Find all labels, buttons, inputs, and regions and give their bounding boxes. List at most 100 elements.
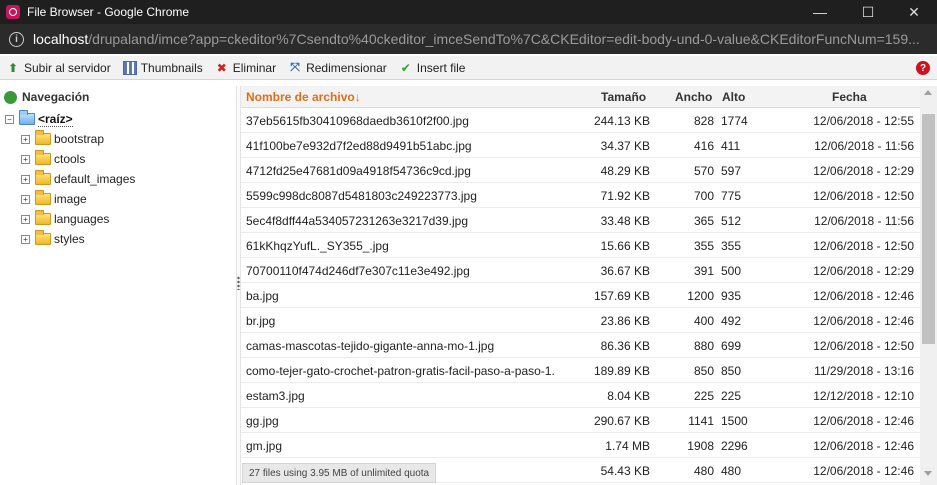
column-header-date[interactable]: Fecha	[832, 90, 867, 104]
url-host: localhost	[33, 31, 89, 47]
file-height: 2296	[721, 439, 748, 453]
expand-icon[interactable]: +	[21, 214, 30, 224]
insert-file-button[interactable]: ✔ Insert file	[399, 58, 466, 78]
file-row[interactable]: 4712fd25e47681d09a4918f54736c9cd.jpg 48.2…	[241, 158, 920, 183]
quota-status: 27 files using 3.95 MB of unlimited quot…	[242, 463, 437, 483]
tree-folder-item[interactable]: + styles	[0, 229, 236, 249]
splitter-grip-icon[interactable]	[237, 276, 240, 290]
scroll-up-icon[interactable]	[924, 90, 932, 95]
maximize-button[interactable]: ☐	[845, 0, 891, 24]
file-name[interactable]: br.jpg	[246, 314, 581, 328]
info-icon[interactable]: i	[9, 31, 24, 47]
folder-open-icon	[19, 110, 35, 125]
column-header-name[interactable]: Nombre de archivo↓	[246, 90, 361, 104]
url-text[interactable]: localhost/drupaland/imce?app=ckeditor%7C…	[33, 31, 920, 47]
file-row[interactable]: gm.jpg 1.74 MB 1908 2296 12/06/2018 - 12:46	[241, 433, 920, 458]
resize-button[interactable]: ⤧ Redimensionar	[288, 58, 387, 78]
file-height: 1774	[721, 114, 748, 128]
expand-icon[interactable]: +	[21, 134, 30, 144]
folder-label[interactable]: languages	[54, 212, 109, 226]
file-size: 157.69 KB	[593, 289, 650, 303]
upload-label: Subir al servidor	[24, 60, 111, 75]
tree-folder-item[interactable]: + bootstrap	[0, 129, 236, 149]
file-name[interactable]: 5ec4f8dff44a534057231263e3217d39.jpg	[246, 214, 581, 228]
file-row[interactable]: 5599c998dc8087d5481803c249223773.jpg 71.9…	[241, 183, 920, 208]
file-name[interactable]: 4712fd25e47681d09a4918f54736c9cd.jpg	[246, 164, 581, 178]
close-button[interactable]: ✕	[891, 0, 937, 24]
file-name[interactable]: estam3.jpg	[246, 389, 581, 403]
file-name[interactable]: como-tejer-gato-crochet-patron-gratis-fa…	[246, 364, 581, 378]
upload-button[interactable]: ⬆ Subir al servidor	[6, 58, 111, 78]
file-size: 34.37 KB	[600, 139, 650, 153]
expand-icon[interactable]: +	[21, 194, 30, 204]
expand-icon[interactable]: +	[21, 174, 30, 184]
folder-label[interactable]: image	[54, 192, 87, 206]
file-size: 33.48 KB	[600, 214, 650, 228]
tree-root[interactable]: − <raíz>	[0, 109, 236, 129]
insert-file-label: Insert file	[416, 60, 466, 75]
file-row[interactable]: 5ec4f8dff44a534057231263e3217d39.jpg 33.4…	[241, 208, 920, 233]
checkmark-icon: ✔	[400, 60, 411, 75]
file-height: 492	[721, 314, 742, 328]
folder-label[interactable]: default_images	[54, 172, 135, 186]
file-list: Nombre de archivo↓ Tamaño Ancho Alto Fec…	[241, 86, 920, 485]
folder-label[interactable]: styles	[54, 232, 85, 246]
file-name[interactable]: gm.jpg	[246, 439, 581, 453]
file-row[interactable]: 70700110f474d246df7e307c11e3e492.jpg 36.6…	[241, 258, 920, 283]
folder-icon	[35, 230, 51, 245]
column-header-width[interactable]: Ancho	[675, 90, 712, 104]
file-name[interactable]: ba.jpg	[246, 289, 581, 303]
tree-folder-item[interactable]: + languages	[0, 209, 236, 229]
root-folder-label[interactable]: <raíz>	[38, 112, 73, 127]
folder-icon	[35, 190, 51, 205]
scroll-down-icon[interactable]	[924, 471, 932, 476]
folder-icon	[35, 150, 51, 165]
file-name[interactable]: 41f100be7e932d7f2ed88d9491b51abc.jpg	[246, 139, 581, 153]
expand-icon[interactable]: +	[21, 234, 30, 244]
scrollbar-thumb[interactable]	[922, 114, 935, 344]
file-date: 12/06/2018 - 12:50	[813, 339, 914, 353]
file-name[interactable]: 5599c998dc8087d5481803c249223773.jpg	[246, 189, 581, 203]
file-name[interactable]: gg.jpg	[246, 414, 581, 428]
file-name[interactable]: 70700110f474d246df7e307c11e3e492.jpg	[246, 264, 581, 278]
file-row[interactable]: br.jpg 23.86 KB 400 492 12/06/2018 - 12:46	[241, 308, 920, 333]
thumbnails-button[interactable]: Thumbnails	[122, 58, 203, 78]
tree-folder-item[interactable]: + default_images	[0, 169, 236, 189]
resize-label: Redimensionar	[306, 60, 387, 75]
file-height: 480	[721, 464, 742, 478]
file-row[interactable]: camas-mascotas-tejido-gigante-anna-mo-1.…	[241, 333, 920, 358]
file-height: 850	[721, 364, 742, 378]
file-size: 8.04 KB	[607, 389, 650, 403]
tree-folder-item[interactable]: + image	[0, 189, 236, 209]
file-list-scrollbar[interactable]	[920, 86, 937, 485]
folder-label[interactable]: ctools	[54, 152, 85, 166]
file-size: 244.13 KB	[593, 114, 650, 128]
column-header-size[interactable]: Tamaño	[601, 90, 646, 104]
file-row[interactable]: como-tejer-gato-crochet-patron-gratis-fa…	[241, 358, 920, 383]
file-row[interactable]: 61kKhqzYufL._SY355_.jpg 15.66 KB 355 355 12/…	[241, 233, 920, 258]
folder-label[interactable]: bootstrap	[54, 132, 104, 146]
column-header-height[interactable]: Alto	[722, 90, 745, 104]
file-size: 15.66 KB	[600, 239, 650, 253]
file-name[interactable]: 37eb5615fb30410968daedb3610f2f00.jpg	[246, 114, 581, 128]
upload-icon: ⬆	[7, 60, 19, 75]
file-width: 1141	[688, 414, 714, 428]
file-row[interactable]: 41f100be7e932d7f2ed88d9491b51abc.jpg 34.3…	[241, 133, 920, 158]
file-row[interactable]: estam3.jpg 8.04 KB 225 225 12/12/2018 - 12:1…	[241, 383, 920, 408]
imce-toolbar: ⬆ Subir al servidor Thumbnails ✖ Elimina…	[0, 56, 937, 80]
file-date: 12/06/2018 - 12:46	[813, 289, 914, 303]
minimize-button[interactable]: —	[797, 0, 843, 24]
file-row[interactable]: gg.jpg 290.67 KB 1141 1500 12/06/2018 - 12:4…	[241, 408, 920, 433]
help-icon[interactable]: ?	[916, 61, 930, 75]
file-row[interactable]: ba.jpg 157.69 KB 1200 935 12/06/2018 - 12:46	[241, 283, 920, 308]
file-row[interactable]: 37eb5615fb30410968daedb3610f2f00.jpg 244.…	[241, 108, 920, 133]
file-name[interactable]: 61kKhqzYufL._SY355_.jpg	[246, 239, 581, 253]
delete-button[interactable]: ✖ Eliminar	[215, 58, 276, 78]
file-height: 699	[721, 339, 742, 353]
file-width: 225	[693, 389, 714, 403]
tree-folder-item[interactable]: + ctools	[0, 149, 236, 169]
file-name[interactable]: camas-mascotas-tejido-gigante-anna-mo-1.…	[246, 339, 581, 353]
address-bar[interactable]: i localhost/drupaland/imce?app=ckeditor%…	[0, 24, 937, 54]
collapse-icon[interactable]: −	[5, 114, 14, 124]
expand-icon[interactable]: +	[21, 154, 30, 164]
